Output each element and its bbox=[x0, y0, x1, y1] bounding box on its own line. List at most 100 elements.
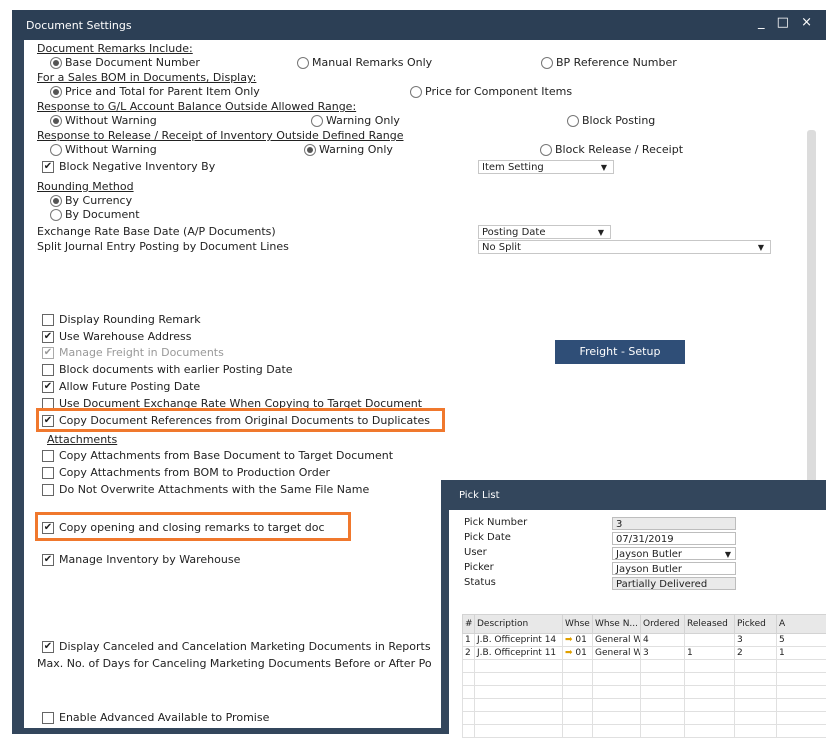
pick-number-label: Pick Number bbox=[464, 517, 527, 528]
radio-release-block[interactable] bbox=[540, 144, 552, 156]
link-arrow-icon[interactable]: ➡ bbox=[565, 648, 573, 658]
radio-gl-warning-only-label: Warning Only bbox=[326, 114, 400, 127]
radio-by-currency[interactable] bbox=[50, 195, 62, 207]
split-journal-label: Split Journal Entry Posting by Document … bbox=[37, 240, 289, 253]
row-whse: ➡ 01 bbox=[563, 634, 593, 647]
row-description: J.B. Officeprint 14 bbox=[475, 634, 563, 647]
col-whse[interactable]: Whse bbox=[563, 615, 593, 634]
pick-number-field[interactable]: 3 bbox=[612, 517, 736, 530]
radio-price-parent[interactable] bbox=[50, 86, 62, 98]
radio-release-block-label: Block Release / Receipt bbox=[555, 143, 683, 156]
manage-freight-label: Manage Freight in Documents bbox=[59, 346, 224, 359]
radio-gl-without-warning-label: Without Warning bbox=[65, 114, 157, 127]
checkbox-use-warehouse-address[interactable]: ✔ bbox=[42, 331, 54, 343]
radio-price-component[interactable] bbox=[410, 86, 422, 98]
window-controls[interactable]: _ □ × bbox=[758, 15, 816, 30]
remarks-heading: Document Remarks Include: bbox=[37, 42, 193, 55]
radio-gl-warning-only[interactable] bbox=[311, 115, 323, 127]
radio-manual-remarks[interactable] bbox=[297, 57, 309, 69]
radio-release-without-warning-label: Without Warning bbox=[65, 143, 157, 156]
release-heading: Response to Release / Receipt of Invento… bbox=[37, 129, 404, 142]
col-description[interactable]: Description bbox=[475, 615, 563, 634]
checkbox-allow-future[interactable]: ✔ bbox=[42, 381, 54, 393]
pick-list-body: Pick Number 3 Pick Date 07/31/2019 User … bbox=[449, 510, 826, 734]
row-whse-code: 01 bbox=[575, 635, 586, 645]
window-title: Document Settings bbox=[26, 19, 132, 32]
pick-list-window: Pick List Pick Number 3 Pick Date 07/31/… bbox=[441, 480, 826, 734]
table-row[interactable]: 2 J.B. Officeprint 11 ➡ 01 General Wa 3 … bbox=[463, 647, 826, 660]
chevron-down-icon: ▼ bbox=[601, 161, 607, 175]
checkbox-display-rounding[interactable] bbox=[42, 314, 54, 326]
max-days-label: Max. No. of Days for Canceling Marketing… bbox=[37, 657, 432, 670]
display-canceled-label: Display Canceled and Cancelation Marketi… bbox=[59, 640, 431, 653]
checkbox-manage-freight: ✔ bbox=[42, 347, 54, 359]
row-picked[interactable]: 2 bbox=[735, 647, 777, 660]
table-row[interactable]: 1 J.B. Officeprint 14 ➡ 01 General Wa 4 … bbox=[463, 634, 826, 647]
checkbox-display-canceled[interactable]: ✔ bbox=[42, 641, 54, 653]
radio-bp-reference[interactable] bbox=[541, 57, 553, 69]
attach-base-label: Copy Attachments from Base Document to T… bbox=[59, 449, 393, 462]
user-label: User bbox=[464, 547, 487, 558]
allow-future-label: Allow Future Posting Date bbox=[59, 380, 200, 393]
checkbox-no-overwrite[interactable] bbox=[42, 484, 54, 496]
exchange-rate-label: Exchange Rate Base Date (A/P Documents) bbox=[37, 225, 276, 238]
block-negative-value: Item Setting bbox=[482, 162, 544, 173]
pick-date-field[interactable]: 07/31/2019 bbox=[612, 532, 736, 545]
checkbox-block-negative[interactable]: ✔ bbox=[42, 161, 54, 173]
picker-label: Picker bbox=[464, 562, 494, 573]
radio-by-document[interactable] bbox=[50, 209, 62, 221]
block-negative-label: Block Negative Inventory By bbox=[59, 160, 215, 173]
row-picked[interactable]: 3 bbox=[735, 634, 777, 647]
col-num[interactable]: # bbox=[463, 615, 475, 634]
manage-inventory-label: Manage Inventory by Warehouse bbox=[59, 553, 240, 566]
use-warehouse-address-label: Use Warehouse Address bbox=[59, 330, 191, 343]
radio-gl-without-warning[interactable] bbox=[50, 115, 62, 127]
checkbox-block-earlier[interactable] bbox=[42, 364, 54, 376]
checkbox-attach-bom[interactable] bbox=[42, 467, 54, 479]
radio-release-warning-only[interactable] bbox=[304, 144, 316, 156]
user-value: Jayson Butler bbox=[616, 549, 682, 560]
row-ordered: 4 bbox=[641, 634, 685, 647]
user-select[interactable]: Jayson Butler ▼ bbox=[612, 547, 736, 560]
table-row[interactable] bbox=[463, 686, 826, 699]
block-negative-select[interactable]: Item Setting ▼ bbox=[478, 160, 614, 174]
radio-gl-block-posting[interactable] bbox=[567, 115, 579, 127]
checkbox-enable-atp[interactable] bbox=[42, 712, 54, 724]
row-whse: ➡ 01 bbox=[563, 647, 593, 660]
checkbox-manage-inventory[interactable]: ✔ bbox=[42, 554, 54, 566]
col-ordered[interactable]: Ordered bbox=[641, 615, 685, 634]
row-num: 1 bbox=[463, 634, 475, 647]
radio-release-without-warning[interactable] bbox=[50, 144, 62, 156]
table-row[interactable] bbox=[463, 699, 826, 712]
picker-field[interactable]: Jayson Butler bbox=[612, 562, 736, 575]
row-whse-code: 01 bbox=[575, 648, 586, 658]
table-row[interactable] bbox=[463, 725, 826, 738]
radio-price-component-label: Price for Component Items bbox=[425, 85, 572, 98]
chevron-down-icon: ▼ bbox=[598, 226, 604, 240]
radio-base-doc[interactable] bbox=[50, 57, 62, 69]
table-row[interactable] bbox=[463, 712, 826, 725]
pick-list-grid: # Description Whse Whse N... Ordered Rel… bbox=[462, 614, 826, 738]
rounding-heading: Rounding Method bbox=[37, 180, 134, 193]
col-a[interactable]: A bbox=[777, 615, 826, 634]
pick-list-title: Pick List bbox=[459, 490, 500, 501]
no-overwrite-label: Do Not Overwrite Attachments with the Sa… bbox=[59, 483, 369, 496]
row-released bbox=[685, 634, 735, 647]
exchange-rate-select[interactable]: Posting Date ▼ bbox=[478, 225, 611, 239]
status-label: Status bbox=[464, 577, 496, 588]
col-whse-name[interactable]: Whse N... bbox=[593, 615, 641, 634]
radio-bp-reference-label: BP Reference Number bbox=[556, 56, 677, 69]
col-picked[interactable]: Picked bbox=[735, 615, 777, 634]
link-arrow-icon[interactable]: ➡ bbox=[565, 635, 573, 645]
radio-price-parent-label: Price and Total for Parent Item Only bbox=[65, 85, 260, 98]
row-a: 5 bbox=[777, 634, 826, 647]
col-released[interactable]: Released bbox=[685, 615, 735, 634]
radio-by-currency-label: By Currency bbox=[65, 194, 132, 207]
table-row[interactable] bbox=[463, 660, 826, 673]
freight-setup-button[interactable]: Freight - Setup bbox=[555, 340, 685, 364]
table-row[interactable] bbox=[463, 673, 826, 686]
row-num: 2 bbox=[463, 647, 475, 660]
split-journal-select[interactable]: No Split ▼ bbox=[478, 240, 771, 254]
chevron-down-icon: ▼ bbox=[725, 548, 731, 561]
checkbox-attach-base[interactable] bbox=[42, 450, 54, 462]
